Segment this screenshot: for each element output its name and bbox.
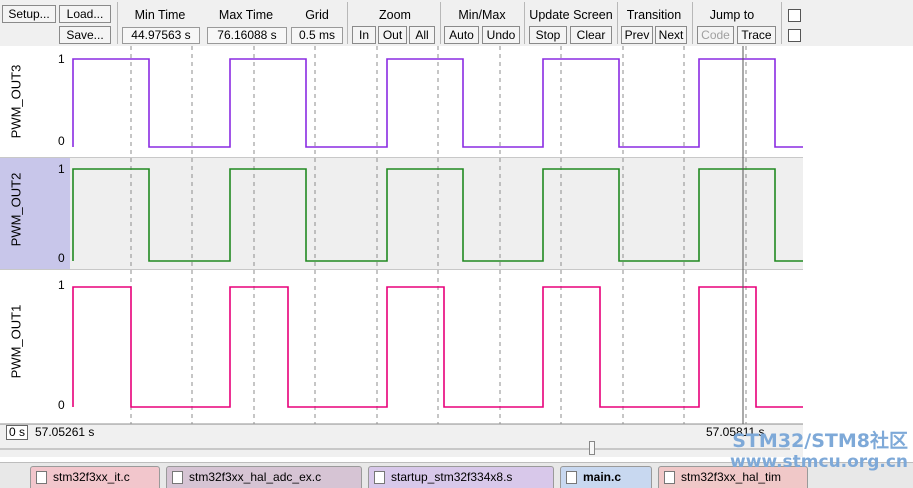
- jump-trace-button[interactable]: Trace: [737, 26, 776, 44]
- signal-name: PWM_OUT1: [8, 304, 24, 379]
- max-time-label: Max Time: [218, 8, 274, 22]
- signal-band: [70, 158, 803, 270]
- file-icon: [566, 471, 577, 484]
- signal-name: PWM_OUT3: [8, 64, 24, 139]
- waveform-plot[interactable]: [70, 46, 803, 424]
- zoom-in-button[interactable]: In: [352, 26, 376, 44]
- signal-row-pwm-out2[interactable]: PWM_OUT2 1 0: [0, 158, 70, 270]
- file-tab-it[interactable]: stm32f3xx_it.c: [30, 466, 160, 488]
- save-button[interactable]: Save...: [59, 26, 111, 44]
- min-time-label: Min Time: [134, 8, 186, 22]
- file-tab-adc-ex[interactable]: stm32f3xx_hal_adc_ex.c: [166, 466, 362, 488]
- toolbar-separator: [347, 2, 348, 44]
- scroll-thumb[interactable]: [589, 441, 595, 455]
- minmax-label: Min/Max: [458, 8, 506, 22]
- signal-name: PWM_OUT2: [8, 172, 24, 247]
- watermark-line1: STM32/STM8社区: [732, 430, 908, 452]
- file-icon: [664, 471, 675, 484]
- file-tab-label: stm32f3xx_hal_adc_ex.c: [189, 470, 322, 484]
- high-level-label: 1: [58, 278, 65, 292]
- high-level-label: 1: [58, 162, 65, 176]
- file-icon: [36, 471, 47, 484]
- signal-row-pwm-out3[interactable]: PWM_OUT3 1 0: [0, 46, 70, 158]
- low-level-label: 0: [58, 398, 65, 412]
- file-icon: [172, 471, 183, 484]
- transition-label: Transition: [626, 8, 682, 22]
- cursor-time-label: 57.05261 s: [35, 425, 95, 439]
- option-checkbox[interactable]: [788, 9, 801, 22]
- setup-button[interactable]: Setup...: [2, 5, 56, 23]
- max-time-value: 76.16088 s: [207, 27, 287, 44]
- scroll-track: [0, 448, 790, 450]
- minmax-undo-button[interactable]: Undo: [482, 26, 520, 44]
- zoom-out-button[interactable]: Out: [378, 26, 407, 44]
- grid-value: 0.5 ms: [291, 27, 343, 44]
- signal-band: [70, 46, 803, 158]
- low-level-label: 0: [58, 251, 65, 265]
- update-clear-button[interactable]: Clear: [570, 26, 612, 44]
- file-tab-label: startup_stm32f334x8.s: [391, 470, 513, 484]
- signal-row-pwm-out1[interactable]: PWM_OUT1 1 0: [0, 270, 70, 424]
- file-icon: [374, 471, 385, 484]
- update-stop-button[interactable]: Stop: [529, 26, 567, 44]
- load-button[interactable]: Load...: [59, 5, 111, 23]
- high-level-label: 1: [58, 52, 65, 66]
- logic-analyzer-toolbar: Setup... Load... Save... Min Time 44.975…: [0, 0, 913, 46]
- toolbar-separator: [117, 2, 118, 44]
- zoom-all-button[interactable]: All: [409, 26, 435, 44]
- file-tab-main[interactable]: main.c: [560, 466, 652, 488]
- file-tab-startup[interactable]: startup_stm32f334x8.s: [368, 466, 554, 488]
- watermark: STM32/STM8社区 www.stmcu.org.cn: [678, 430, 908, 472]
- min-time-value: 44.97563 s: [122, 27, 200, 44]
- file-tab-label: stm32f3xx_hal_tim: [681, 470, 782, 484]
- low-level-label: 0: [58, 134, 65, 148]
- toolbar-separator: [781, 2, 782, 44]
- grid-label: Grid: [305, 8, 329, 22]
- signal-band: [70, 270, 803, 424]
- origin-time-label: 0 s: [6, 425, 29, 440]
- jump-code-button[interactable]: Code: [697, 26, 734, 44]
- zoom-label: Zoom: [379, 8, 411, 22]
- file-tab-label: main.c: [583, 470, 622, 484]
- file-tab-label: stm32f3xx_it.c: [53, 470, 130, 484]
- option-checkbox[interactable]: [788, 29, 801, 42]
- watermark-line2: www.stmcu.org.cn: [730, 452, 908, 472]
- transition-next-button[interactable]: Next: [655, 26, 687, 44]
- transition-prev-button[interactable]: Prev: [621, 26, 653, 44]
- toolbar-separator: [440, 2, 441, 44]
- update-screen-label: Update Screen: [529, 8, 613, 22]
- minmax-auto-button[interactable]: Auto: [444, 26, 479, 44]
- jump-to-label: Jump to: [709, 8, 755, 22]
- signal-name-column: PWM_OUT3 1 0 PWM_OUT2 1 0 PWM_OUT1 1 0: [0, 46, 70, 424]
